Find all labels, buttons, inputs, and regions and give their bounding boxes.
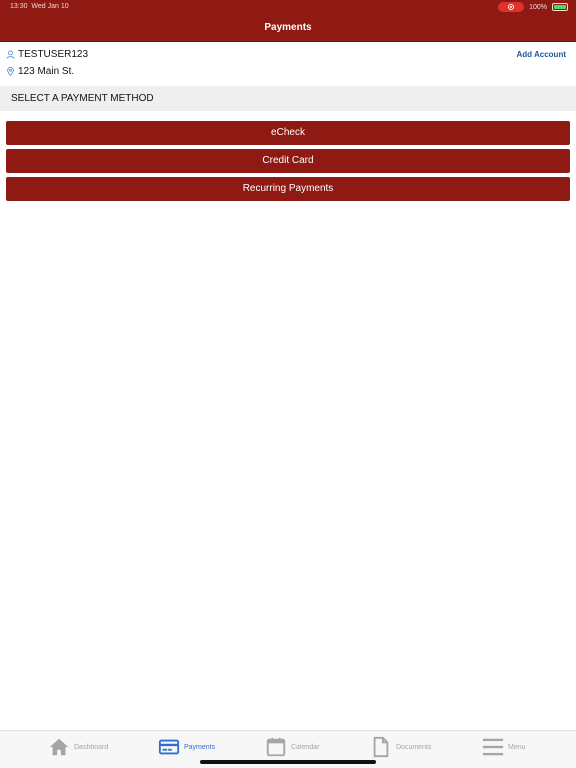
status-time: 13:30 Wed Jan 10 (10, 3, 69, 10)
status-date: Wed Jan 10 (31, 3, 69, 10)
tab-label: Documents (396, 743, 432, 751)
tab-documents[interactable]: Documents (370, 735, 431, 759)
status-indicators: 100% (498, 2, 568, 12)
add-account-link[interactable]: Add Account (517, 50, 566, 59)
recurring-payments-button[interactable]: Recurring Payments (6, 177, 570, 201)
account-info: TESTUSER123 123 Main St. Add Account (0, 43, 576, 85)
battery-level (554, 5, 566, 9)
status-bar: 13:30 Wed Jan 10 100% (0, 0, 576, 14)
app-header: 13:30 Wed Jan 10 100% Payments (0, 0, 576, 42)
tab-menu[interactable]: Menu (482, 735, 526, 759)
tab-label: Menu (508, 743, 526, 751)
screen-recording-indicator[interactable] (498, 2, 525, 12)
tab-label: Payments (184, 743, 216, 751)
payment-method-list: eCheck Credit Card Recurring Payments (6, 121, 570, 205)
account-address: 123 Main St. (18, 66, 75, 77)
tab-calendar[interactable]: Calendar (265, 735, 319, 759)
location-pin-icon (7, 67, 14, 76)
payment-method-section-title: SELECT A PAYMENT METHOD (0, 86, 576, 111)
account-address-row: 123 Main St. (6, 66, 74, 77)
user-icon (6, 50, 15, 59)
battery-percentage: 100% (529, 3, 547, 11)
battery-icon (552, 3, 568, 11)
status-clock: 13:30 (10, 3, 28, 10)
tab-label: Calendar (291, 743, 320, 751)
home-icon (49, 738, 69, 756)
account-user-row: TESTUSER123 (6, 49, 88, 60)
tab-payments[interactable]: Payments (158, 735, 215, 759)
page-title: Payments (264, 22, 312, 33)
tab-label: Dashboard (74, 743, 109, 751)
menu-icon (482, 738, 504, 756)
echeck-button[interactable]: eCheck (6, 121, 570, 145)
credit-card-button[interactable]: Credit Card (6, 149, 570, 173)
calendar-icon (266, 737, 286, 757)
credit-card-icon (158, 739, 180, 755)
home-indicator[interactable] (200, 760, 376, 764)
account-username: TESTUSER123 (18, 49, 89, 60)
tab-dashboard[interactable]: Dashboard (48, 735, 108, 759)
document-icon (373, 736, 389, 758)
record-icon (508, 4, 515, 10)
